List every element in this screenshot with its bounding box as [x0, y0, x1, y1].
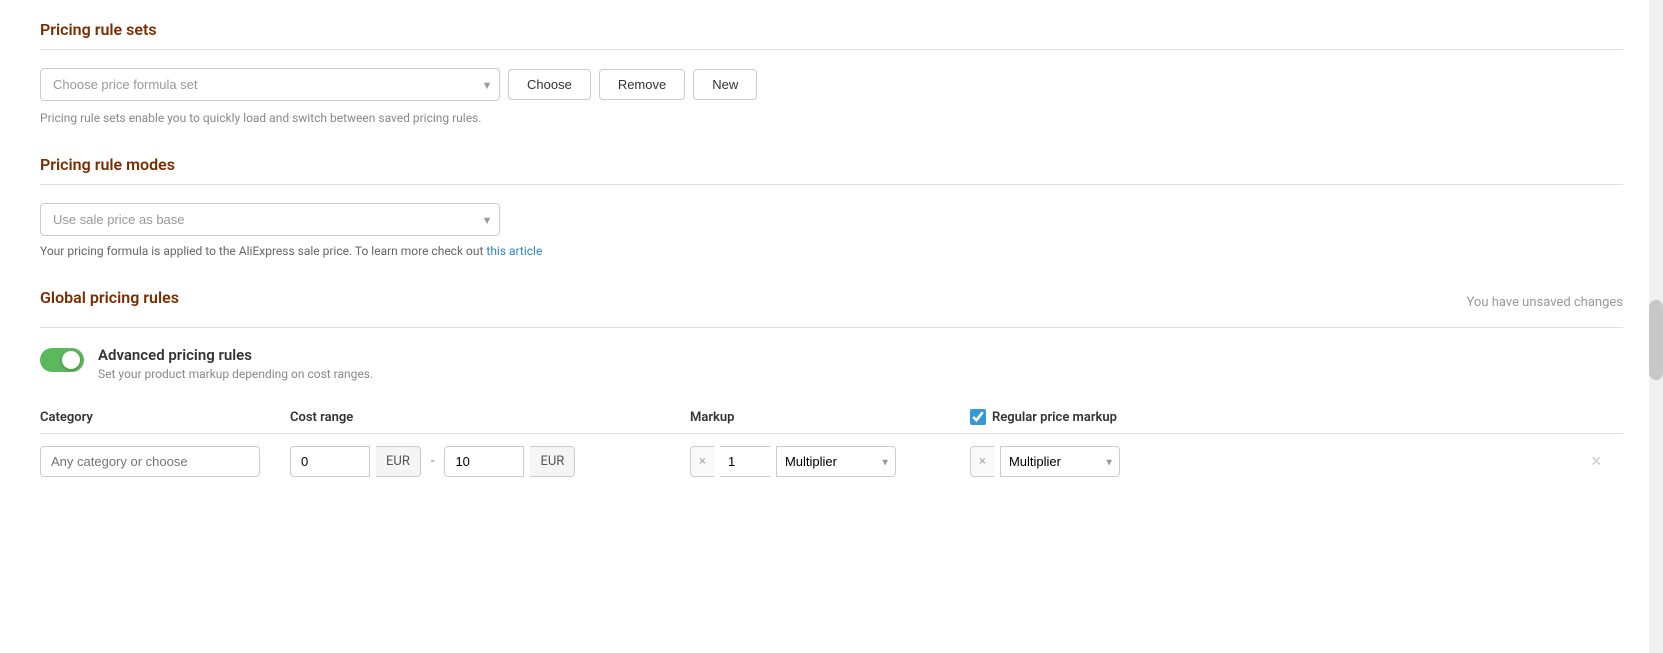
category-cell	[40, 446, 290, 477]
table-row: EUR - EUR × Multiplier ▾	[40, 442, 1623, 481]
cost-range-cell: EUR - EUR	[290, 446, 690, 477]
markup-type-wrapper: Multiplier ▾	[776, 446, 896, 477]
markup-type-select[interactable]: Multiplier	[776, 446, 896, 477]
category-input[interactable]	[40, 446, 260, 477]
regular-markup-header-checkbox[interactable]	[970, 409, 986, 425]
delete-row-button[interactable]: ×	[1583, 447, 1610, 476]
regular-markup-cell: × Multiplier ▾	[970, 446, 1583, 477]
price-formula-set-wrapper: Choose price formula set ▾	[40, 68, 500, 101]
scrollbar-track[interactable]	[1649, 0, 1663, 653]
choose-button[interactable]: Choose	[508, 69, 591, 100]
remove-button[interactable]: Remove	[599, 69, 685, 100]
markup-value-input[interactable]	[720, 446, 770, 477]
this-article-link[interactable]: this article	[486, 244, 542, 258]
pricing-rule-sets-info: Pricing rule sets enable you to quickly …	[40, 111, 1623, 125]
advanced-pricing-title: Advanced pricing rules	[98, 346, 373, 364]
global-section-header: Global pricing rules You have unsaved ch…	[40, 288, 1623, 317]
section-divider-3	[40, 327, 1623, 328]
advanced-pricing-subtitle: Set your product markup depending on cos…	[98, 367, 373, 381]
col-header-cost-range: Cost range	[290, 410, 690, 425]
col-header-category: Category	[40, 410, 290, 425]
regular-markup-type-wrapper: Multiplier ▾	[1000, 446, 1120, 477]
section-divider-2	[40, 184, 1623, 185]
section-title-global-pricing: Global pricing rules	[40, 288, 179, 307]
mode-description: Your pricing formula is applied to the A…	[40, 244, 1623, 258]
pricing-rule-sets-section: Pricing rule sets Choose price formula s…	[40, 20, 1623, 125]
regular-markup-header-label: Regular price markup	[992, 410, 1117, 425]
advanced-pricing-toggle[interactable]	[40, 348, 84, 372]
scrollbar-thumb[interactable]	[1649, 300, 1663, 380]
price-formula-set-dropdown[interactable]: Choose price formula set	[40, 68, 500, 101]
sale-price-mode-dropdown[interactable]: Use sale price as base	[40, 203, 500, 236]
regular-markup-type-select[interactable]: Multiplier	[1000, 446, 1120, 477]
cost-range-dash: -	[427, 454, 439, 469]
cost-from-currency: EUR	[376, 446, 421, 477]
regular-markup-x-label: ×	[970, 446, 994, 477]
cost-to-currency: EUR	[530, 446, 575, 477]
sale-price-mode-wrapper: Use sale price as base ▾	[40, 203, 500, 236]
toggle-slider	[40, 348, 84, 372]
section-divider-1	[40, 49, 1623, 50]
new-button[interactable]: New	[693, 69, 757, 100]
markup-cell: × Multiplier ▾	[690, 446, 970, 477]
cost-to-input[interactable]	[444, 446, 524, 477]
advanced-pricing-row: Advanced pricing rules Set your product …	[40, 346, 1623, 381]
cost-from-input[interactable]	[290, 446, 370, 477]
row-actions-cell: ×	[1583, 447, 1623, 476]
pricing-rule-modes-section: Pricing rule modes Use sale price as bas…	[40, 155, 1623, 258]
col-header-regular-markup: Regular price markup	[970, 409, 1583, 425]
markup-x-label: ×	[690, 446, 714, 477]
advanced-pricing-text: Advanced pricing rules Set your product …	[98, 346, 373, 381]
pricing-rules-table: Category Cost range Markup Regular price…	[40, 401, 1623, 481]
rule-sets-controls-row: Choose price formula set ▾ Choose Remove…	[40, 68, 1623, 101]
col-header-markup: Markup	[690, 410, 970, 425]
section-title-pricing-rule-modes: Pricing rule modes	[40, 155, 1623, 174]
table-header-row: Category Cost range Markup Regular price…	[40, 401, 1623, 434]
section-title-pricing-rule-sets: Pricing rule sets	[40, 20, 1623, 39]
global-pricing-rules-section: Global pricing rules You have unsaved ch…	[40, 288, 1623, 481]
unsaved-changes-text: You have unsaved changes	[1467, 295, 1623, 310]
